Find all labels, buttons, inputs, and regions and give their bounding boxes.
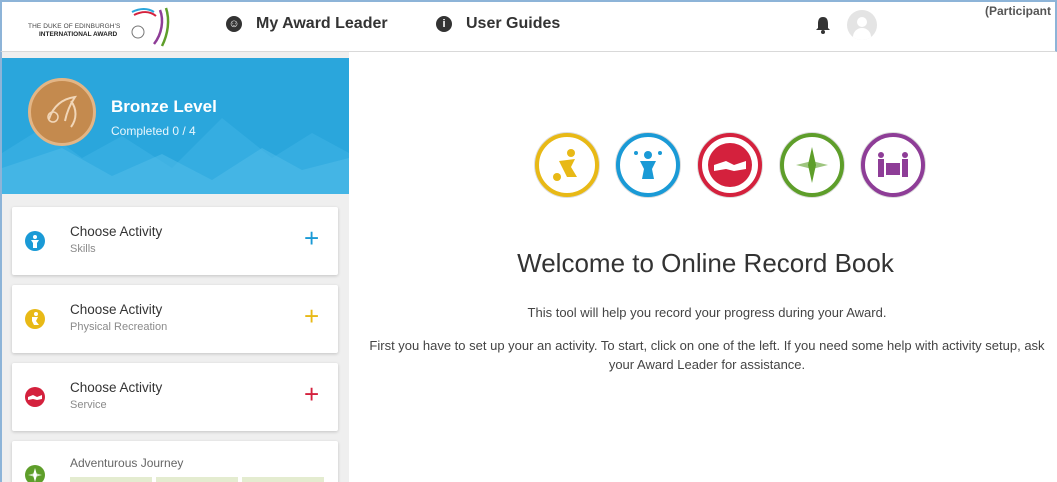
journey-bar [70, 477, 152, 482]
level-panel: Bronze Level Completed 0 / 4 [2, 58, 349, 194]
medal-emblem [47, 95, 78, 128]
journey-title: Adventurous Journey [70, 456, 184, 470]
activity-subtitle: Physical Recreation [70, 321, 168, 333]
avatar-head [857, 17, 867, 27]
bell-icon[interactable] [815, 16, 831, 34]
activity-subtitle: Service [70, 399, 107, 411]
top-bar: THE DUKE OF EDINBURGH'S INTERNATIONAL AW… [0, 0, 1057, 52]
logo-text-line1: THE DUKE OF EDINBURGH'S [28, 23, 121, 30]
info-icon: i [436, 16, 452, 32]
service-icon [25, 387, 45, 407]
user-avatar[interactable] [847, 10, 877, 40]
journey-progress-bars [70, 477, 324, 482]
nav-my-award-leader[interactable]: ☺ My Award Leader [226, 13, 388, 35]
compass-icon [25, 465, 45, 482]
face-icon: ☺ [226, 16, 242, 32]
service-badge-icon [698, 133, 762, 197]
activity-title: Choose Activity [70, 380, 163, 395]
user-role-label: (Participant [985, 4, 1052, 18]
level-progress: Completed 0 / 4 [111, 124, 196, 138]
nav-my-award-leader-label: My Award Leader [256, 15, 388, 32]
adventurous-journey-badge-icon [780, 133, 844, 197]
physical-recreation-badge-icon [535, 133, 599, 197]
welcome-text-line2: First you have to set up your an activit… [369, 338, 1045, 372]
award-logo[interactable]: THE DUKE OF EDINBURGH'S INTERNATIONAL AW… [14, 6, 174, 48]
level-title: Bronze Level [111, 97, 217, 116]
residential-project-badge-icon [861, 133, 925, 197]
activity-card-service[interactable]: Choose Activity Service + [12, 363, 338, 431]
bronze-medal-icon [28, 78, 96, 146]
logo-text-line2: INTERNATIONAL AWARD [39, 31, 118, 38]
nav-user-guides-label: User Guides [466, 15, 561, 32]
activity-title: Choose Activity [70, 302, 163, 317]
add-physical-recreation-button[interactable]: + [304, 303, 319, 329]
journey-bar [156, 477, 238, 482]
activity-card-adventurous-journey[interactable]: Adventurous Journey [12, 441, 338, 482]
activity-card-physical-recreation[interactable]: Choose Activity Physical Recreation + [12, 285, 338, 353]
add-service-button[interactable]: + [304, 381, 319, 407]
welcome-text-line1: This tool will help you record your prog… [527, 305, 887, 320]
award-sections-icons [535, 133, 925, 197]
physical-recreation-icon [25, 309, 45, 329]
skills-badge-icon [616, 133, 680, 197]
nav-user-guides[interactable]: i User Guides [436, 13, 560, 35]
avatar-body [853, 28, 871, 40]
activity-title: Choose Activity [70, 224, 163, 239]
welcome-title: Welcome to Online Record Book [517, 248, 894, 278]
journey-bar [242, 477, 324, 482]
